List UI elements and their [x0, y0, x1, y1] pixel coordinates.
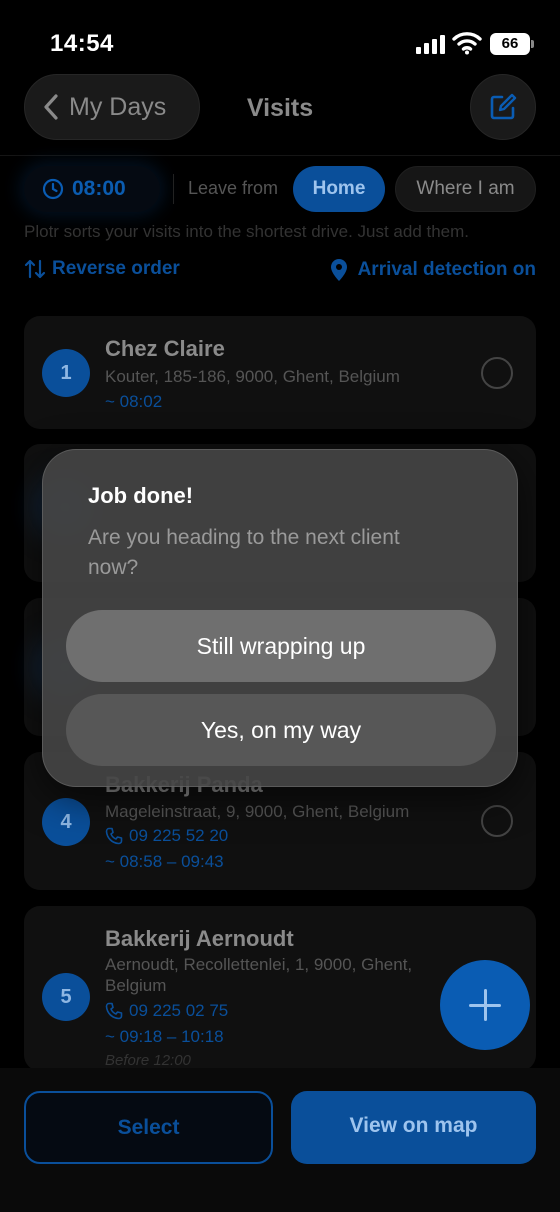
visit-eta: ~ 08:02 [105, 392, 163, 411]
status-bar: 14:54 66 [0, 0, 560, 80]
start-time-value: 08:00 [72, 177, 126, 200]
phone-icon [105, 827, 123, 845]
swap-vertical-icon [24, 259, 46, 279]
visit-number-badge: 1 [42, 349, 90, 397]
visit-complete-checkbox[interactable] [481, 805, 513, 837]
reverse-order-button[interactable]: Reverse order [24, 258, 180, 280]
status-time: 14:54 [50, 30, 114, 57]
visit-address: Kouter, 185-186, 9000, Ghent, Belgium [105, 367, 400, 386]
plus-icon-vertical [483, 989, 487, 1021]
filter-divider [173, 174, 174, 204]
location-pin-icon [330, 259, 347, 281]
visit-address: Aernoudt, Recollettenlei, 1, 9000, Ghent… [105, 955, 413, 995]
visit-name: Bakkerij Aernoudt [105, 926, 294, 951]
list-actions: Reverse order Arrival detection on [24, 256, 536, 286]
clock-icon [42, 178, 64, 200]
navigation-bar: My Days Visits [0, 74, 560, 144]
visit-number-badge: 5 [42, 973, 90, 1021]
visit-phone: 09 225 02 75 [129, 1001, 229, 1020]
leave-from-home-button[interactable]: Home [293, 166, 385, 212]
wifi-icon [452, 32, 482, 55]
visit-complete-checkbox[interactable] [481, 357, 513, 389]
sorting-hint: Plotr sorts your visits into the shortes… [24, 222, 470, 241]
edit-icon [490, 93, 517, 120]
cellular-signal-icon [416, 34, 446, 54]
visit-eta: ~ 09:18 – 10:18 [105, 1027, 224, 1046]
departure-filters: 08:00 Leave from Home Where I am [24, 166, 536, 212]
edit-button[interactable] [470, 74, 536, 140]
visit-time-constraint: Before 12:00 [105, 1052, 191, 1069]
add-visit-button[interactable] [440, 960, 530, 1050]
visit-phone-link[interactable]: 09 225 52 20 [105, 826, 228, 846]
battery-icon: 66 [490, 33, 530, 55]
job-done-dialog: Job done! Are you heading to the next cl… [42, 449, 518, 787]
visit-eta: ~ 08:58 – 09:43 [105, 852, 224, 871]
view-on-map-button[interactable]: View on map [291, 1091, 536, 1164]
start-time-chip[interactable]: 08:00 [24, 166, 160, 212]
arrival-detection-toggle[interactable]: Arrival detection on [330, 258, 536, 282]
visit-phone-link[interactable]: 09 225 02 75 [105, 1001, 228, 1021]
reverse-order-label: Reverse order [52, 258, 180, 279]
dialog-title: Job done! [88, 483, 194, 508]
still-wrapping-up-button[interactable]: Still wrapping up [66, 610, 496, 682]
dialog-message: Are you heading to the next client now? [88, 526, 400, 579]
visit-phone: 09 225 52 20 [129, 826, 229, 845]
leave-from-label: Leave from [188, 178, 279, 198]
on-my-way-button[interactable]: Yes, on my way [66, 694, 496, 766]
arrival-detection-label: Arrival detection on [357, 259, 536, 280]
nav-divider [0, 155, 560, 156]
bottom-action-bar: Select View on map [0, 1068, 560, 1212]
visit-card[interactable]: 1 Chez Claire Kouter, 185-186, 9000, Ghe… [24, 316, 536, 429]
phone-icon [105, 1002, 123, 1020]
visit-number-badge: 4 [42, 798, 90, 846]
select-button[interactable]: Select [24, 1091, 273, 1164]
battery-tip [531, 40, 534, 48]
visit-name: Chez Claire [105, 336, 225, 361]
visit-address: Mageleinstraat, 9, 9000, Ghent, Belgium [105, 802, 410, 821]
leave-from-current-location-button[interactable]: Where I am [395, 166, 536, 212]
